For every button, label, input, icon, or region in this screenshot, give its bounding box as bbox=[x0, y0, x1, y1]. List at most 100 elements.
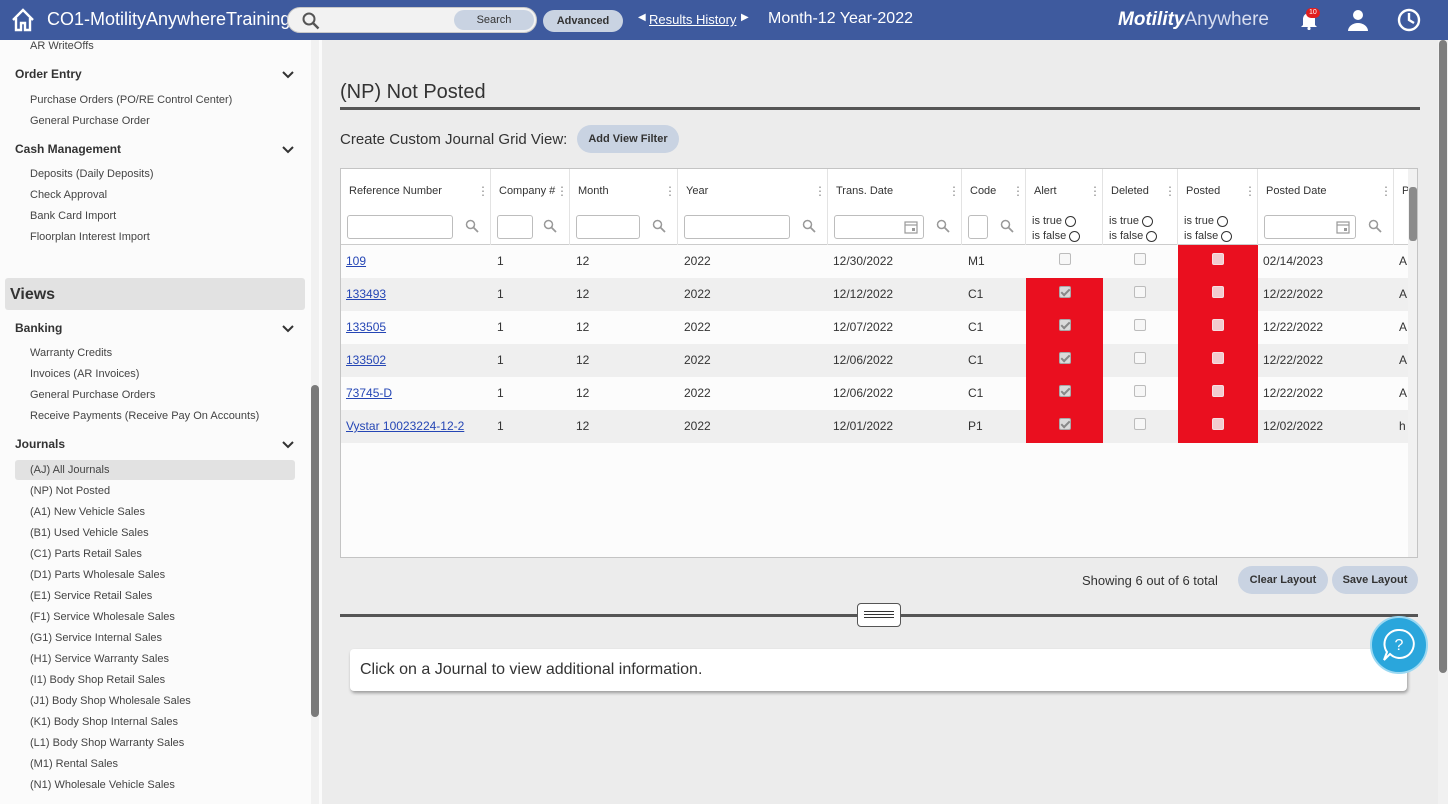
sidebar-item[interactable]: (N1) Wholesale Vehicle Sales bbox=[30, 779, 175, 791]
sidebar-item[interactable]: (G1) Service Internal Sales bbox=[30, 632, 162, 644]
help-button[interactable]: ? bbox=[1370, 616, 1428, 674]
column-header-year[interactable]: Year ⋮ bbox=[678, 169, 828, 245]
filter-search-icon[interactable] bbox=[936, 219, 950, 233]
column-menu-icon[interactable]: ⋮ bbox=[1164, 184, 1176, 198]
radio-button[interactable] bbox=[1221, 230, 1233, 242]
advanced-button[interactable]: Advanced bbox=[543, 10, 623, 32]
sidebar-item[interactable]: AR WriteOffs bbox=[30, 40, 94, 52]
column-header-alert[interactable]: Alert ⋮ is true is false bbox=[1026, 169, 1103, 245]
chevron-down-icon[interactable] bbox=[282, 441, 294, 449]
column-menu-icon[interactable]: ⋮ bbox=[477, 184, 489, 198]
calendar-icon[interactable] bbox=[1336, 220, 1350, 234]
bool-filter-radio-false[interactable]: is false bbox=[1032, 230, 1081, 242]
column-menu-icon[interactable]: ⋮ bbox=[1380, 184, 1392, 198]
table-row[interactable]: 73745-D 1 12 2022 12/06/2022 C1 12/22/2022 A bbox=[341, 377, 1417, 410]
radio-button[interactable] bbox=[1216, 215, 1228, 227]
sidebar-item[interactable]: (I1) Body Shop Retail Sales bbox=[30, 674, 165, 686]
sidebar-item[interactable]: (D1) Parts Wholesale Sales bbox=[30, 569, 165, 581]
bool-filter-radio-true[interactable]: is true bbox=[1184, 215, 1228, 227]
filter-search-icon[interactable] bbox=[1368, 219, 1382, 233]
column-menu-icon[interactable]: ⋮ bbox=[664, 184, 676, 198]
radio-button[interactable] bbox=[1064, 215, 1076, 227]
bool-filter-radio-false[interactable]: is false bbox=[1109, 230, 1158, 242]
sidebar-group-cash-management[interactable]: Cash Management bbox=[15, 142, 121, 156]
chevron-down-icon[interactable] bbox=[282, 71, 294, 79]
column-header-reference-number[interactable]: Reference Number ⋮ bbox=[341, 169, 491, 245]
column-header-trans-date[interactable]: Trans. Date ⋮ bbox=[828, 169, 962, 245]
sidebar-group-order-entry[interactable]: Order Entry bbox=[15, 67, 82, 81]
column-header-month[interactable]: Month ⋮ bbox=[570, 169, 678, 245]
results-history-link[interactable]: Results History bbox=[649, 12, 736, 27]
sidebar-item[interactable]: (L1) Body Shop Warranty Sales bbox=[30, 737, 184, 749]
sidebar-group-journals[interactable]: Journals bbox=[15, 437, 65, 451]
radio-button[interactable] bbox=[1146, 230, 1158, 242]
column-header-code[interactable]: Code ⋮ bbox=[962, 169, 1026, 245]
column-menu-icon[interactable]: ⋮ bbox=[814, 184, 826, 198]
reference-link[interactable]: 133502 bbox=[346, 353, 386, 367]
filter-search-icon[interactable] bbox=[1000, 219, 1014, 233]
sidebar-item[interactable]: (B1) Used Vehicle Sales bbox=[30, 527, 149, 539]
table-row[interactable]: 133505 1 12 2022 12/07/2022 C1 12/22/2022 A bbox=[341, 311, 1417, 344]
sidebar-item[interactable]: Floorplan Interest Import bbox=[30, 231, 150, 243]
reference-link[interactable]: 133493 bbox=[346, 287, 386, 301]
sidebar-item-not-posted[interactable]: (NP) Not Posted bbox=[30, 485, 110, 497]
filter-input[interactable] bbox=[497, 215, 533, 239]
bool-filter-radio-true[interactable]: is true bbox=[1109, 215, 1153, 227]
reference-link[interactable]: 73745-D bbox=[346, 386, 392, 400]
column-menu-icon[interactable]: ⋮ bbox=[556, 184, 568, 198]
sidebar-item[interactable]: (F1) Service Wholesale Sales bbox=[30, 611, 175, 623]
filter-search-icon[interactable] bbox=[543, 219, 557, 233]
sidebar-item[interactable]: (K1) Body Shop Internal Sales bbox=[30, 716, 178, 728]
sidebar-item[interactable]: General Purchase Orders bbox=[30, 389, 155, 401]
column-header-posted-date[interactable]: Posted Date ⋮ bbox=[1258, 169, 1394, 245]
splitter-handle[interactable] bbox=[857, 603, 901, 627]
sidebar-item-all-journals[interactable]: (AJ) All Journals bbox=[30, 464, 109, 476]
column-header-deleted[interactable]: Deleted ⋮ is true is false bbox=[1103, 169, 1178, 245]
calendar-icon[interactable] bbox=[904, 220, 918, 234]
search-button[interactable]: Search bbox=[454, 10, 534, 30]
filter-input[interactable] bbox=[968, 215, 988, 239]
sidebar-group-banking[interactable]: Banking bbox=[15, 321, 62, 335]
sidebar-item[interactable]: Invoices (AR Invoices) bbox=[30, 368, 139, 380]
radio-button[interactable] bbox=[1069, 230, 1081, 242]
column-header-company[interactable]: Company # ⋮ bbox=[491, 169, 570, 245]
filter-input[interactable] bbox=[684, 215, 790, 239]
sidebar-item[interactable]: (M1) Rental Sales bbox=[30, 758, 118, 770]
column-header-posted[interactable]: Posted ⋮ is true is false bbox=[1178, 169, 1258, 245]
sidebar-item[interactable]: (E1) Service Retail Sales bbox=[30, 590, 152, 602]
sidebar-item[interactable]: Warranty Credits bbox=[30, 347, 112, 359]
grid-scrollbar-thumb[interactable] bbox=[1409, 187, 1417, 241]
filter-search-icon[interactable] bbox=[652, 219, 666, 233]
table-row[interactable]: 133493 1 12 2022 12/12/2022 C1 12/22/2022 A bbox=[341, 278, 1417, 311]
column-menu-icon[interactable]: ⋮ bbox=[1012, 184, 1024, 198]
chevron-down-icon[interactable] bbox=[282, 325, 294, 333]
clear-layout-button[interactable]: Clear Layout bbox=[1238, 566, 1328, 594]
filter-input[interactable] bbox=[576, 215, 640, 239]
sidebar-item[interactable]: Receive Payments (Receive Pay On Account… bbox=[30, 410, 259, 422]
table-row[interactable]: 133502 1 12 2022 12/06/2022 C1 12/22/2022 A bbox=[341, 344, 1417, 377]
sidebar-item[interactable]: Purchase Orders (PO/RE Control Center) bbox=[30, 94, 232, 106]
sidebar-item[interactable]: (C1) Parts Retail Sales bbox=[30, 548, 142, 560]
reference-link[interactable]: 133505 bbox=[346, 320, 386, 334]
column-menu-icon[interactable]: ⋮ bbox=[1244, 184, 1256, 198]
reference-link[interactable]: 109 bbox=[346, 254, 366, 268]
bool-filter-radio-false[interactable]: is false bbox=[1184, 230, 1233, 242]
sidebar-item[interactable]: (A1) New Vehicle Sales bbox=[30, 506, 145, 518]
search-input[interactable] bbox=[326, 11, 446, 29]
add-view-filter-button[interactable]: Add View Filter bbox=[577, 125, 679, 153]
filter-input[interactable] bbox=[347, 215, 453, 239]
sidebar-item[interactable]: (H1) Service Warranty Sales bbox=[30, 653, 169, 665]
column-menu-icon[interactable]: ⋮ bbox=[948, 184, 960, 198]
sidebar-item[interactable]: Check Approval bbox=[30, 189, 107, 201]
radio-button[interactable] bbox=[1141, 215, 1153, 227]
user-icon[interactable] bbox=[1346, 8, 1370, 32]
sidebar-item[interactable]: (J1) Body Shop Wholesale Sales bbox=[30, 695, 191, 707]
sidebar-item[interactable]: Bank Card Import bbox=[30, 210, 116, 222]
save-layout-button[interactable]: Save Layout bbox=[1332, 566, 1418, 594]
home-icon[interactable] bbox=[10, 7, 36, 33]
bool-filter-radio-true[interactable]: is true bbox=[1032, 215, 1076, 227]
reference-link[interactable]: Vystar 10023224-12-2 bbox=[346, 419, 464, 433]
sidebar-scrollbar-thumb[interactable] bbox=[311, 385, 319, 717]
sidebar-item[interactable]: General Purchase Order bbox=[30, 115, 150, 127]
filter-search-icon[interactable] bbox=[802, 219, 816, 233]
